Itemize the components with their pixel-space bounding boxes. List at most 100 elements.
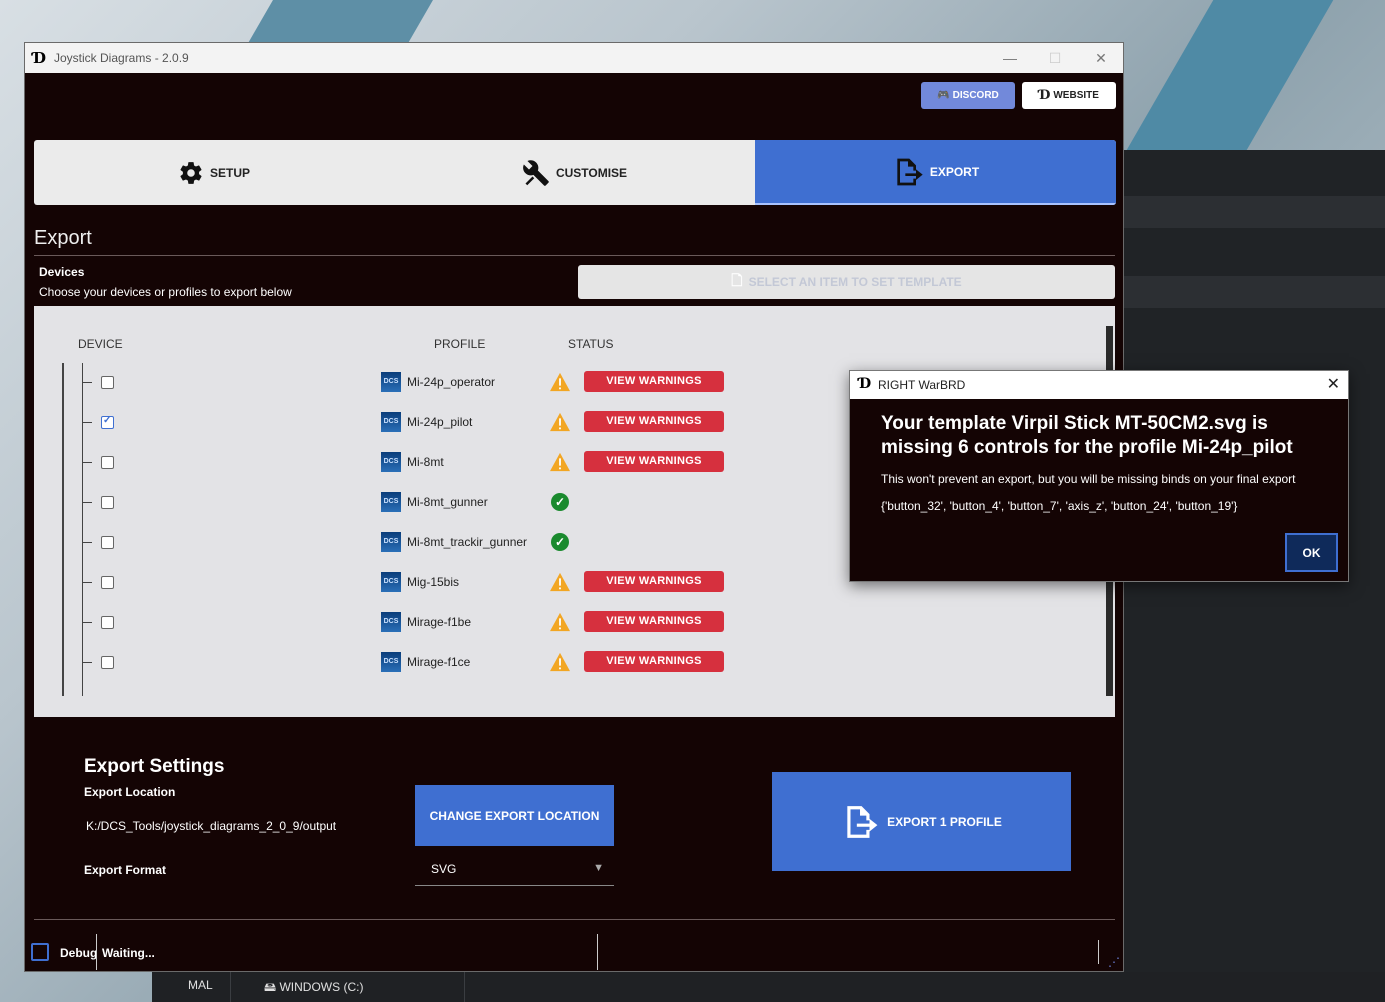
view-warnings-button[interactable]: VIEW WARNINGS bbox=[584, 571, 724, 592]
explorer-item-windows[interactable]: 🖴 WINDOWS (C:) bbox=[264, 978, 363, 999]
tree-branch bbox=[82, 582, 92, 583]
export-location-label: Export Location bbox=[84, 785, 176, 799]
profile-name: Mi-24p_operator bbox=[407, 375, 496, 389]
dialog-title-bar: Ɗ RIGHT WarBRD ✕ bbox=[850, 371, 1348, 399]
dcs-logo-icon: DCS bbox=[381, 452, 401, 472]
export-settings-heading: Export Settings bbox=[84, 756, 225, 777]
debug-label: Debug bbox=[60, 946, 98, 960]
profile-checkbox[interactable] bbox=[101, 415, 114, 429]
missing-controls-list: {'button_32', 'button_4', 'button_7', 'a… bbox=[881, 499, 1238, 513]
devices-heading: Devices bbox=[39, 265, 85, 279]
tree-branch bbox=[82, 422, 92, 423]
maximize-button[interactable]: ☐ bbox=[1040, 47, 1070, 69]
divider bbox=[34, 919, 1115, 920]
set-template-label: SELECT AN ITEM TO SET TEMPLATE bbox=[748, 275, 962, 289]
tree-branch bbox=[82, 502, 92, 503]
app-logo-icon: Ɗ bbox=[1039, 88, 1051, 103]
column-header-device: DEVICE bbox=[78, 337, 123, 351]
resize-grip-icon[interactable]: ⋰ bbox=[1108, 955, 1120, 969]
warning-icon bbox=[550, 572, 570, 592]
column-header-status: STATUS bbox=[568, 337, 614, 351]
tab-setup[interactable]: SETUP bbox=[34, 140, 394, 205]
view-warnings-button[interactable]: VIEW WARNINGS bbox=[584, 611, 724, 632]
profile-checkbox[interactable] bbox=[101, 656, 114, 669]
discord-button[interactable]: 🎮 DISCORD bbox=[921, 82, 1015, 109]
dcs-logo-icon: DCS bbox=[381, 612, 401, 632]
dialog-title: RIGHT WarBRD bbox=[878, 378, 966, 392]
app-logo-icon: Ɗ bbox=[33, 49, 47, 67]
export-profiles-label: EXPORT 1 PROFILE bbox=[887, 814, 1002, 829]
warnings-dialog: Ɗ RIGHT WarBRD ✕ Your template Virpil St… bbox=[849, 370, 1349, 582]
dialog-ok-button[interactable]: OK bbox=[1285, 533, 1338, 572]
dcs-logo-icon: DCS bbox=[381, 372, 401, 392]
tree-branch bbox=[82, 382, 92, 383]
view-warnings-button[interactable]: VIEW WARNINGS bbox=[584, 411, 724, 432]
profile-checkbox[interactable] bbox=[101, 576, 114, 589]
profile-checkbox[interactable] bbox=[101, 456, 114, 469]
view-warnings-button[interactable]: VIEW WARNINGS bbox=[584, 651, 724, 672]
background-shape bbox=[1126, 0, 1334, 150]
debug-checkbox[interactable] bbox=[31, 943, 49, 961]
view-warnings-button[interactable]: VIEW WARNINGS bbox=[584, 451, 724, 472]
tree-branch bbox=[82, 542, 92, 543]
dialog-message: Your template Virpil Stick MT-50CM2.svg … bbox=[881, 413, 1293, 458]
warning-icon bbox=[550, 652, 570, 672]
profile-row[interactable]: DCS Mirage-f1be VIEW WARNINGS bbox=[34, 603, 1094, 643]
tab-customise-label: CUSTOMISE bbox=[555, 165, 628, 180]
close-button[interactable]: ✕ bbox=[1086, 47, 1116, 69]
set-template-button[interactable]: 🗋 SELECT AN ITEM TO SET TEMPLATE bbox=[578, 265, 1115, 299]
export-profiles-button[interactable]: EXPORT 1 PROFILE bbox=[772, 772, 1071, 871]
profile-name: Mig-15bis bbox=[407, 575, 460, 589]
section-heading: Export bbox=[34, 227, 92, 249]
warning-icon bbox=[550, 452, 570, 472]
website-label: WEBSITE bbox=[1053, 90, 1099, 101]
explorer-item-windows-label: WINDOWS (C:) bbox=[279, 980, 364, 994]
warning-icon bbox=[550, 612, 570, 632]
warning-icon bbox=[550, 372, 570, 392]
export-format-select[interactable]: SVG ▼ bbox=[415, 858, 614, 886]
tab-export-label: EXPORT bbox=[929, 164, 980, 179]
devices-subtitle: Choose your devices or profiles to expor… bbox=[39, 285, 292, 299]
explorer-item-mal[interactable]: MAL bbox=[188, 978, 213, 992]
minimize-button[interactable]: — bbox=[995, 47, 1025, 69]
website-button[interactable]: Ɗ WEBSITE bbox=[1022, 82, 1116, 109]
check-circle-icon: ✓ bbox=[551, 533, 569, 551]
profile-checkbox[interactable] bbox=[101, 376, 114, 389]
profile-row[interactable]: DCS Mirage-f1ce VIEW WARNINGS bbox=[34, 643, 1094, 683]
warning-icon bbox=[550, 412, 570, 432]
profile-name: Mirage-f1ce bbox=[407, 655, 471, 669]
status-separator bbox=[597, 934, 598, 970]
export-icon bbox=[897, 158, 923, 185]
dialog-close-button[interactable]: ✕ bbox=[1327, 374, 1340, 394]
dcs-logo-icon: DCS bbox=[381, 532, 401, 552]
export-format-label: Export Format bbox=[84, 863, 167, 877]
tab-customise[interactable]: CUSTOMISE bbox=[394, 140, 755, 205]
profile-name: Mirage-f1be bbox=[407, 615, 472, 629]
main-tabs: SETUP CUSTOMISE EXPORT bbox=[34, 140, 1116, 205]
profile-checkbox[interactable] bbox=[101, 536, 114, 549]
dcs-logo-icon: DCS bbox=[381, 412, 401, 432]
dialog-subtext: This won't prevent an export, but you wi… bbox=[881, 472, 1296, 486]
column-header-profile: PROFILE bbox=[434, 337, 486, 351]
profile-checkbox[interactable] bbox=[101, 496, 114, 509]
app-logo-icon: Ɗ bbox=[859, 376, 872, 392]
dcs-logo-icon: DCS bbox=[381, 652, 401, 672]
discord-label: DISCORD bbox=[952, 90, 999, 101]
profile-name: Mi-8mt bbox=[407, 455, 444, 469]
tab-export[interactable]: EXPORT bbox=[755, 140, 1116, 205]
status-text: Waiting... bbox=[102, 946, 155, 960]
title-bar: Ɗ Joystick Diagrams - 2.0.9 — ☐ ✕ bbox=[25, 43, 1123, 73]
file-icon: 🗋 bbox=[731, 272, 743, 288]
export-location-path: K:/DCS_Tools/joystick_diagrams_2_0_9/out… bbox=[86, 819, 337, 833]
profile-checkbox[interactable] bbox=[101, 616, 114, 629]
view-warnings-button[interactable]: VIEW WARNINGS bbox=[584, 371, 724, 392]
status-separator bbox=[96, 934, 97, 970]
change-export-location-button[interactable]: CHANGE EXPORT LOCATION bbox=[415, 785, 614, 846]
window-title: Joystick Diagrams - 2.0.9 bbox=[54, 51, 189, 65]
check-circle-icon: ✓ bbox=[551, 493, 569, 511]
profile-name: Mi-8mt_gunner bbox=[407, 495, 488, 509]
tools-icon bbox=[523, 159, 549, 186]
drive-icon: 🖴 bbox=[264, 980, 280, 994]
background-shape bbox=[247, 0, 433, 45]
chevron-down-icon: ▼ bbox=[593, 862, 604, 874]
